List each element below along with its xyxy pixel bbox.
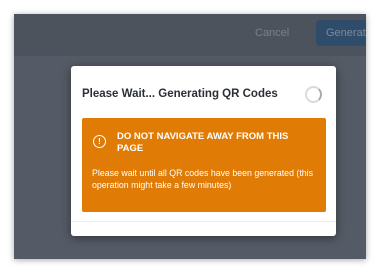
background-toolbar: Cancel Generate [14, 14, 366, 56]
warning-alert: ! DO NOT NAVIGATE AWAY FROM THIS PAGE Pl… [82, 118, 326, 212]
alert-heading: DO NOT NAVIGATE AWAY FROM THIS PAGE [117, 131, 289, 154]
modal-footer [71, 221, 336, 236]
modal-title: Please Wait... Generating QR Codes [82, 88, 278, 100]
cancel-button[interactable]: Cancel [255, 27, 289, 39]
app-window: Cancel Generate Please Wait... Generatin… [14, 14, 366, 259]
alert-message: Please wait until all QR codes have been… [92, 168, 314, 190]
generate-button[interactable]: Generate [316, 20, 366, 46]
loading-modal: Please Wait... Generating QR Codes ! DO … [71, 66, 336, 236]
loading-spinner-icon [305, 86, 322, 103]
info-circle-icon: ! [93, 135, 106, 148]
